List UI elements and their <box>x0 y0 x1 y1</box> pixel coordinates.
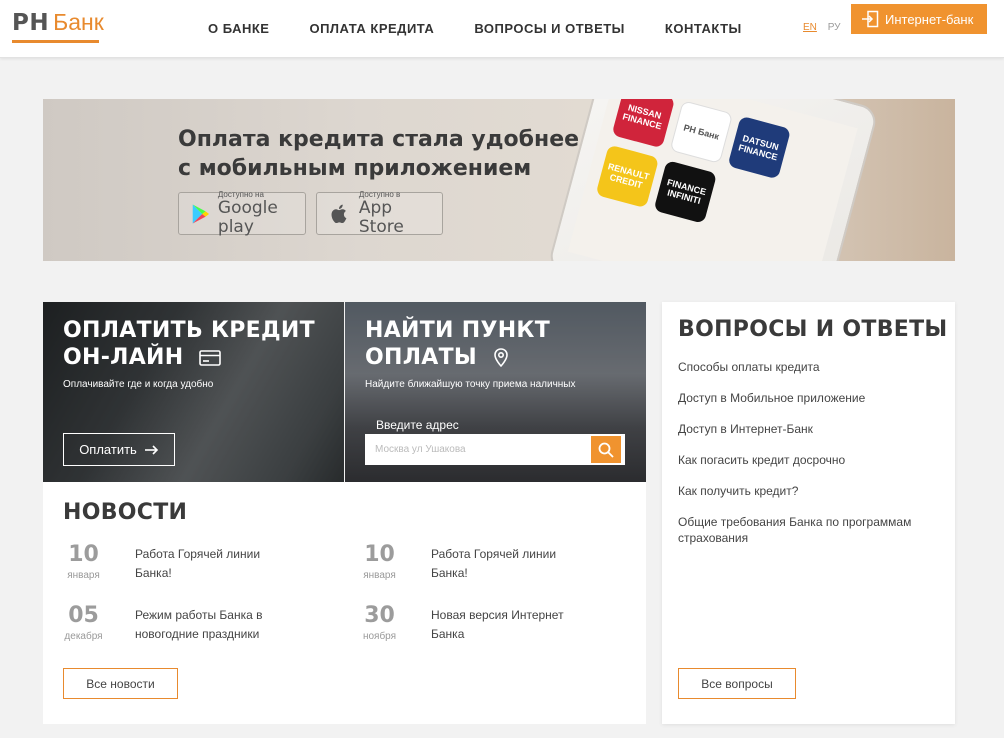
logo-underline <box>12 40 99 43</box>
mobile-app-banner[interactable]: Оплата кредита стала удобнее с мобильным… <box>43 99 955 261</box>
nav-faq[interactable]: ВОПРОСЫ И ОТВЕТЫ <box>474 21 625 36</box>
news-headline[interactable]: Новая версия Интернет Банка <box>431 606 591 644</box>
pay-card-title: ОПЛАТИТЬ КРЕДИТ ОН-ЛАЙН <box>63 317 315 371</box>
faq-section: ВОПРОСЫ И ОТВЕТЫ Способы оплаты кредита … <box>662 302 955 724</box>
news-section: НОВОСТИ 10 января Работа Горячей линии Б… <box>43 482 646 724</box>
nav-about-bank[interactable]: О БАНКЕ <box>208 21 269 36</box>
credit-card-icon <box>199 350 222 366</box>
find-payment-point-card: НАЙТИ ПУНКТ ОПЛАТЫ Найдите ближайшую точ… <box>345 302 646 482</box>
faq-item-internet-bank-access[interactable]: Доступ в Интернет-Банк <box>678 421 938 437</box>
google-play-icon <box>192 204 210 223</box>
rn-bank-logo[interactable]: РН Банк <box>12 9 104 45</box>
news-headline[interactable]: Режим работы Банка в новогодние праздник… <box>135 606 295 644</box>
faq-title: ВОПРОСЫ И ОТВЕТЫ <box>678 317 948 342</box>
nissan-finance-app-icon: NISSAN FINANCE <box>611 99 676 149</box>
banner-title-line2: с мобильным приложением <box>178 156 532 181</box>
faq-item-early-repayment[interactable]: Как погасить кредит досрочно <box>678 452 938 468</box>
logo-rh-text: РН <box>12 10 50 36</box>
infiniti-finance-app-icon: FINANCE INFINITI <box>653 160 718 224</box>
news-item[interactable]: 05 декабря Режим работы Банка в новогодн… <box>63 603 343 653</box>
logo-bank-text: Банк <box>53 9 104 35</box>
lang-en-link[interactable]: EN <box>803 22 817 33</box>
news-day: 10 <box>68 542 99 567</box>
pay-card-title-line2-row: ОН-ЛАЙН <box>63 344 315 371</box>
arrow-right-icon <box>144 444 158 455</box>
find-card-title: НАЙТИ ПУНКТ ОПЛАТЫ <box>365 317 550 371</box>
pay-button[interactable]: Оплатить <box>63 433 175 466</box>
apple-icon <box>331 204 347 223</box>
faq-item-mobile-app-access[interactable]: Доступ в Мобильное приложение <box>678 390 938 406</box>
google-play-big-text: Google play <box>217 198 278 237</box>
find-card-title-line2-row: ОПЛАТЫ <box>365 344 550 371</box>
news-title: НОВОСТИ <box>63 500 188 525</box>
datsun-finance-app-icon: DATSUN FINANCE <box>727 115 792 180</box>
news-headline[interactable]: Работа Горячей линии Банка! <box>135 545 295 583</box>
address-input[interactable] <box>365 434 625 465</box>
news-headline[interactable]: Работа Горячей линии Банка! <box>431 545 591 583</box>
faq-item-payment-methods[interactable]: Способы оплаты кредита <box>678 359 938 375</box>
news-month: января <box>363 570 396 581</box>
find-card-subtitle: Найдите ближайшую точку приема наличных <box>365 379 576 390</box>
pay-online-card: ОПЛАТИТЬ КРЕДИТ ОН-ЛАЙН Оплачивайте где … <box>43 302 344 482</box>
banner-title-line1: Оплата кредита стала удобнее <box>178 127 580 152</box>
news-item[interactable]: 10 января Работа Горячей линии Банка! <box>359 542 639 592</box>
news-day: 10 <box>364 542 395 567</box>
app-store-big-text: App Store <box>358 198 404 237</box>
search-icon <box>598 442 614 458</box>
pay-card-title-line2: ОН-ЛАЙН <box>63 345 184 370</box>
find-card-title-line1: НАЙТИ ПУНКТ <box>365 318 551 343</box>
rn-bank-app-icon: РН Банк <box>669 100 734 164</box>
news-month: декабря <box>64 631 103 642</box>
lang-ru-link[interactable]: РУ <box>828 22 841 33</box>
search-button[interactable] <box>591 436 621 463</box>
pay-card-subtitle: Оплачивайте где и когда удобно <box>63 379 214 390</box>
all-news-button[interactable]: Все новости <box>63 668 178 699</box>
renault-credit-app-icon: RENAULT CREDIT <box>595 144 660 209</box>
pay-button-label: Оплатить <box>79 442 137 457</box>
phone-screen: NISSAN FINANCE РН Банк DATSUN FINANCE RE… <box>567 99 858 261</box>
news-month: января <box>67 570 100 581</box>
main-nav: О БАНКЕ ОПЛАТА КРЕДИТА ВОПРОСЫ И ОТВЕТЫ … <box>208 21 782 36</box>
nav-loan-payment[interactable]: ОПЛАТА КРЕДИТА <box>309 21 434 36</box>
internet-bank-button[interactable]: Интернет-банк <box>851 4 987 34</box>
news-item[interactable]: 30 ноября Новая версия Интернет Банка <box>359 603 639 653</box>
nav-contacts[interactable]: КОНТАКТЫ <box>665 21 742 36</box>
location-pin-icon <box>494 348 508 368</box>
app-store-button[interactable]: Доступно в App Store <box>316 190 443 237</box>
phone-image: NISSAN FINANCE РН Банк DATSUN FINANCE RE… <box>546 99 880 261</box>
banner-title: Оплата кредита стала удобнее с мобильным… <box>178 125 579 183</box>
news-month: ноября <box>362 631 397 642</box>
faq-list: Способы оплаты кредита Доступ в Мобильно… <box>678 359 938 561</box>
news-day: 05 <box>68 603 99 628</box>
faq-item-insurance-requirements[interactable]: Общие требования Банка по программам стр… <box>678 514 938 546</box>
address-label: Введите адрес <box>376 418 459 432</box>
find-card-title-line2: ОПЛАТЫ <box>365 345 478 370</box>
internet-bank-label: Интернет-банк <box>885 11 974 27</box>
site-header: РН Банк О БАНКЕ ОПЛАТА КРЕДИТА ВОПРОСЫ И … <box>0 0 1004 58</box>
language-switcher: EN РУ <box>803 22 841 33</box>
all-questions-button[interactable]: Все вопросы <box>678 668 796 699</box>
google-play-button[interactable]: Доступно на Google play <box>178 190 306 237</box>
faq-item-get-credit[interactable]: Как получить кредит? <box>678 483 938 499</box>
pay-card-title-line1: ОПЛАТИТЬ КРЕДИТ <box>63 318 315 343</box>
news-day: 30 <box>364 603 395 628</box>
news-item[interactable]: 10 января Работа Горячей линии Банка! <box>63 542 343 592</box>
login-icon <box>862 10 879 28</box>
